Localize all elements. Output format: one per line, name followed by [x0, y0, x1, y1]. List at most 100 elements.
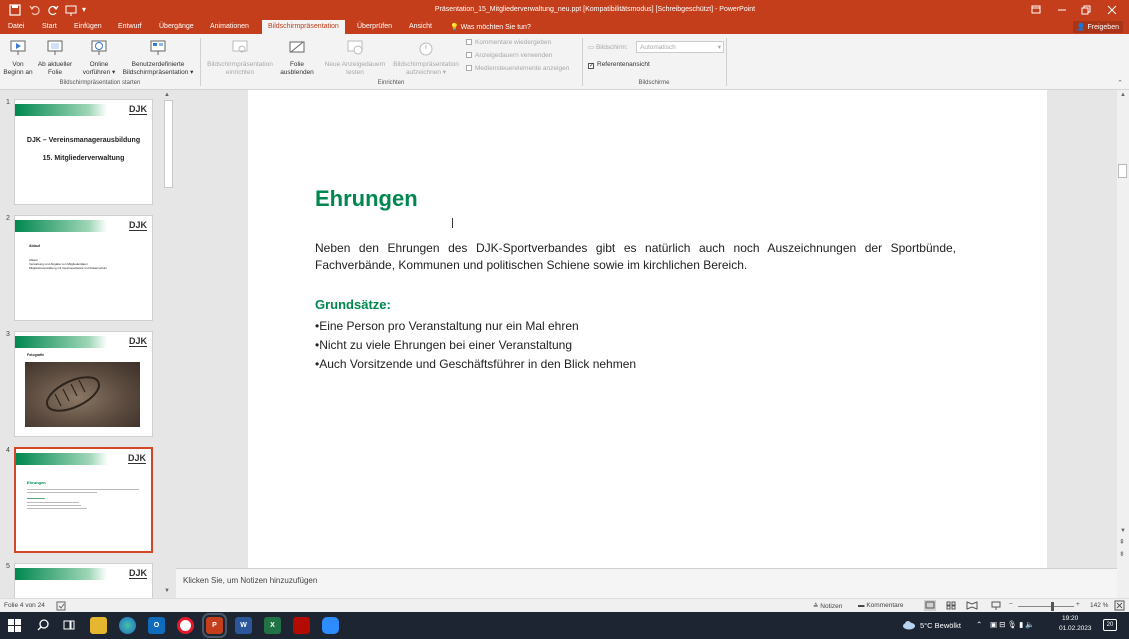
djk-logo: DJK — [128, 104, 147, 115]
powerpoint-icon[interactable]: P — [202, 613, 227, 638]
excel-icon[interactable]: X — [264, 617, 281, 634]
notes-pane[interactable]: Klicken Sie, um Notizen hinzuzufügen — [176, 568, 1117, 598]
minimize-icon[interactable] — [1054, 3, 1070, 17]
scrollbar-thumb[interactable] — [1118, 164, 1127, 178]
reading-view-icon[interactable] — [966, 600, 978, 611]
presenter-view-checkbox[interactable]: ✓ Referentenansicht — [588, 61, 650, 69]
slide-thumbnail-2[interactable]: DJK Ablauf Ablauf Verwaltung und Abgabe … — [14, 215, 153, 321]
collapse-ribbon-icon[interactable]: ⌃ — [1117, 79, 1123, 87]
scroll-up-icon[interactable]: ▲ — [164, 92, 170, 98]
tab-ansicht[interactable]: Ansicht — [409, 23, 432, 30]
show-media-controls-checkbox[interactable]: Mediensteuerelemente anzeigen — [466, 65, 569, 72]
slide-bullet[interactable]: •Auch Vorsitzende und Geschäftsführer in… — [315, 357, 636, 371]
clock-time[interactable]: 19:20 — [1062, 615, 1078, 622]
redo-icon[interactable] — [46, 3, 60, 17]
system-tray-icons[interactable]: ▣ ⊟ 🎙 ▮ 🔈 — [990, 620, 1035, 629]
tab-uebergaenge[interactable]: Übergänge — [159, 23, 194, 30]
slideshow-current-icon — [45, 38, 65, 58]
slide-canvas[interactable]: Ehrungen Neben den Ehrungen des DJK-Spor… — [248, 90, 1047, 568]
thumbnail-scrollbar[interactable]: ▲ ▼ — [163, 90, 174, 598]
opera-icon[interactable] — [177, 617, 194, 634]
previous-slide-icon[interactable]: ⇞ — [1119, 538, 1125, 546]
rehearse-timings-label-1: Neue Anzeigedauern — [324, 61, 386, 68]
zoom-out-icon[interactable]: − — [1009, 601, 1013, 608]
start-slideshow-qa-icon[interactable] — [64, 3, 78, 17]
tab-start[interactable]: Start — [42, 23, 57, 30]
present-online-button[interactable]: Online vorführen ▾ — [78, 38, 120, 77]
edge-browser-icon[interactable] — [119, 617, 136, 634]
close-icon[interactable] — [1104, 3, 1120, 17]
main-scrollbar[interactable]: ▲ ▼ ⇞ ⇟ — [1117, 90, 1129, 598]
tab-bildschirmpraesentation[interactable]: Bildschirmpräsentation — [262, 20, 345, 34]
ribbon-display-options-icon[interactable] — [1028, 3, 1044, 17]
share-button[interactable]: 👤 Freigeben — [1072, 21, 1123, 33]
custom-slideshow-label-2: Bildschirmpräsentation ▾ — [122, 69, 194, 76]
record-slideshow-button[interactable]: Bildschirmpräsentation aufzeichnen ▾ — [388, 38, 464, 77]
fit-to-window-icon[interactable] — [1114, 600, 1125, 611]
text-cursor — [452, 218, 455, 228]
slide-bullet[interactable]: •Nicht zu viele Ehrungen bei einer Veran… — [315, 338, 572, 352]
custom-slideshow-button[interactable]: Benutzerdefinierte Bildschirmpräsentatio… — [118, 38, 198, 77]
zoom-app-icon[interactable] — [322, 617, 339, 634]
slide-thumbnail-1[interactable]: DJK DJK – Vereinsmanagerausbildung 15. M… — [14, 99, 153, 205]
hide-slide-button[interactable]: Folie ausblenden — [278, 38, 316, 77]
slide-thumbnail-4[interactable]: DJK Ehrungen — [14, 447, 153, 553]
customize-qa-icon[interactable]: ▾ — [82, 5, 96, 19]
thumbnail-text-line — [27, 498, 45, 499]
thumbnail-heading: Ablauf — [29, 244, 40, 248]
djk-logo: DJK — [128, 220, 147, 231]
tab-einfuegen[interactable]: Einfügen — [74, 23, 102, 30]
show-hidden-icons-icon[interactable]: ⌃ — [976, 620, 982, 629]
notification-center-icon[interactable]: 20 — [1103, 619, 1117, 631]
windows-start-icon[interactable] — [8, 619, 21, 632]
slide-title[interactable]: Ehrungen — [315, 186, 418, 212]
tab-entwurf[interactable]: Entwurf — [118, 23, 142, 30]
weather-text[interactable]: 5°C Bewölkt — [920, 621, 961, 630]
next-slide-icon[interactable]: ⇟ — [1119, 550, 1125, 558]
tab-datei[interactable]: Datei — [8, 23, 24, 30]
slide-subheading[interactable]: Grundsätze: — [315, 297, 391, 312]
thumbnail-number: 3 — [6, 331, 10, 338]
zoom-slider-track[interactable] — [1018, 606, 1074, 607]
from-current-button[interactable]: Ab aktueller Folie — [34, 38, 76, 77]
slide-sorter-icon[interactable] — [945, 600, 957, 611]
slide-bullet[interactable]: •Eine Person pro Veranstaltung nur ein M… — [315, 319, 579, 333]
slideshow-view-icon[interactable] — [990, 600, 1002, 611]
undo-icon[interactable] — [28, 3, 42, 17]
restore-icon[interactable] — [1078, 3, 1094, 17]
zoom-in-icon[interactable]: + — [1076, 601, 1080, 608]
task-view-icon[interactable] — [62, 618, 76, 632]
zoom-level[interactable]: 142 % — [1090, 602, 1108, 609]
spellcheck-icon[interactable] — [56, 601, 66, 611]
save-icon[interactable] — [8, 3, 22, 17]
thumbnail-title: DJK – Vereinsmanagerausbildung — [26, 137, 141, 144]
scroll-down-icon[interactable]: ▼ — [1120, 528, 1126, 534]
tab-ueberpruefen[interactable]: Überprüfen — [357, 23, 392, 30]
djk-logo: DJK — [128, 336, 147, 347]
from-beginning-button[interactable]: Von Beginn an — [2, 38, 34, 77]
zoom-slider-thumb[interactable] — [1050, 602, 1054, 611]
slide-thumbnail-5[interactable]: DJK — [14, 563, 153, 598]
acrobat-icon[interactable] — [293, 617, 310, 634]
notes-button[interactable]: ≙ Notizen — [813, 602, 842, 610]
slide-body-text[interactable]: Neben den Ehrungen des DJK-Sportverbande… — [315, 240, 956, 274]
outlook-icon[interactable]: O — [148, 617, 165, 634]
clock-date[interactable]: 01.02.2023 — [1059, 625, 1092, 632]
scrollbar-thumb[interactable] — [164, 100, 173, 188]
tab-animationen[interactable]: Animationen — [210, 23, 249, 30]
scroll-down-icon[interactable]: ▼ — [164, 588, 170, 594]
rehearse-timings-button[interactable]: Neue Anzeigedauern testen — [320, 38, 390, 77]
word-icon[interactable]: W — [235, 617, 252, 634]
monitor-select[interactable]: Automatisch ▾ — [636, 41, 724, 53]
slide-thumbnail-3[interactable]: DJK Fotografie — [14, 331, 153, 437]
scroll-up-icon[interactable]: ▲ — [1120, 92, 1126, 98]
play-narrations-checkbox[interactable]: Kommentare wiedergeben — [466, 39, 551, 46]
file-explorer-icon[interactable] — [90, 617, 107, 634]
setup-slideshow-label-1: Bildschirmpräsentation — [207, 61, 273, 68]
comments-button[interactable]: ▬ Kommentare — [858, 602, 904, 609]
normal-view-icon[interactable] — [924, 600, 936, 611]
search-icon[interactable] — [36, 618, 50, 632]
tell-me-search[interactable]: 💡 Was möchten Sie tun? — [450, 23, 531, 31]
use-timings-checkbox[interactable]: Anzeigedauern verwenden — [466, 52, 552, 59]
setup-slideshow-button[interactable]: Bildschirmpräsentation einrichten — [202, 38, 278, 77]
